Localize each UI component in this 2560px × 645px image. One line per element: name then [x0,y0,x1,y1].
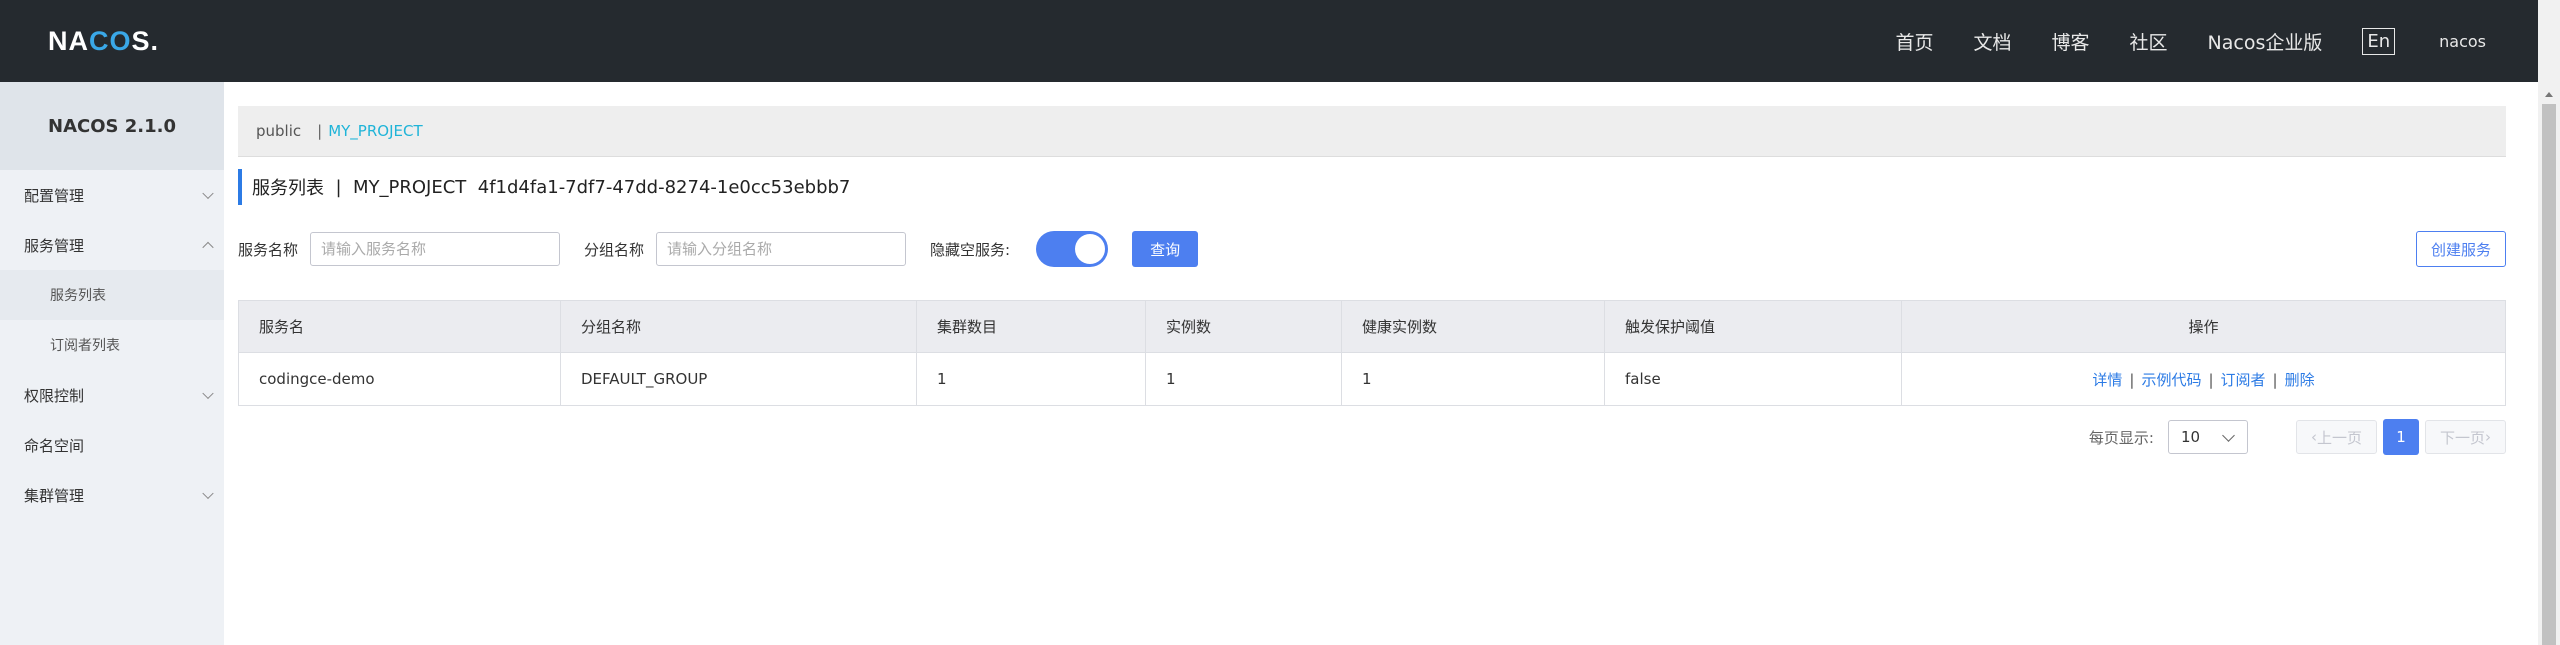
sidebar-item-config-management[interactable]: 配置管理 [0,170,224,220]
divider [238,156,2506,157]
title-spacer [466,177,477,198]
pagination: 每页显示: 10 ‹ 上一页 1 下一页 › [2089,418,2506,456]
hide-empty-label: 隐藏空服务: [930,240,1011,259]
version-label: NACOS 2.1.0 [0,82,224,170]
chevron-up-icon [202,241,214,254]
sidebar-item-service-list[interactable]: 服务列表 [0,270,224,320]
namespace-public[interactable]: public [256,122,301,140]
service-name-input[interactable] [310,232,561,266]
logo-text-part: S. [131,25,160,56]
prev-page-label: 上一页 [2316,428,2362,447]
vertical-scrollbar[interactable] [2538,0,2560,645]
chevron-down-icon [202,187,214,200]
search-form: 服务名称 分组名称 隐藏空服务: 查询 创建服务 [238,230,2506,268]
page-size-label: 每页显示: [2088,428,2154,447]
logo-text-part: NA [48,25,89,56]
page-title-namespace: MY_PROJECT [352,176,467,198]
column-header-operations: 操作 [1901,300,2506,353]
page-size-value: 10 [2180,428,2201,446]
action-separator: | [2208,370,2214,389]
top-header: NA C O S. 首页 文档 博客 社区 Nacos企业版 En nacos [0,0,2538,82]
column-header-protect-threshold: 触发保护阈值 [1604,300,1902,353]
cell-group-name: DEFAULT_GROUP [560,352,917,406]
sidebar-item-label: 命名空间 [24,436,85,455]
details-link[interactable]: 详情 [2092,371,2122,389]
sidebar: NACOS 2.1.0 配置管理 服务管理 服务列表 订阅者列表 权限控制 命名… [0,82,224,645]
toggle-knob [1075,234,1106,264]
nav-blog[interactable]: 博客 [2051,28,2089,55]
language-switch-button[interactable]: En [2362,27,2396,55]
cell-service-name: codingce-demo [238,352,561,406]
group-name-input[interactable] [656,232,907,266]
service-name-label: 服务名称 [238,240,299,259]
nacos-logo[interactable]: NA C O S. [48,22,159,60]
action-separator: | [2272,370,2278,389]
table-row: codingce-demo DEFAULT_GROUP 1 1 1 false … [238,352,2506,406]
table-header-row: 服务名 分组名称 集群数目 实例数 健康实例数 触发保护阈值 操作 [238,300,2506,353]
logo-text-part: O [109,25,132,56]
sidebar-item-label: 订阅者列表 [50,338,120,354]
sidebar-item-subscriber-list[interactable]: 订阅者列表 [0,320,224,370]
cell-protect-threshold: false [1604,352,1902,406]
column-header-service-name: 服务名 [238,300,561,353]
sample-code-link[interactable]: 示例代码 [2141,371,2201,389]
action-separator: | [2129,370,2135,389]
hide-empty-toggle[interactable] [1036,231,1109,267]
user-name[interactable]: nacos [2439,32,2486,51]
scrollbar-thumb[interactable] [2542,104,2556,645]
sidebar-item-cluster-management[interactable]: 集群管理 [0,470,224,520]
chevron-down-icon [202,487,214,500]
namespace-separator: | [317,122,323,140]
sidebar-item-label: 集群管理 [24,486,85,505]
cell-healthy-instances: 1 [1341,352,1605,406]
page-title-main: 服务列表 [252,178,324,199]
sidebar-item-label: 服务列表 [50,288,106,304]
chevron-down-icon [202,387,214,400]
delete-link[interactable]: 删除 [2285,371,2315,389]
title-spacer [342,177,353,198]
sidebar-item-service-management[interactable]: 服务管理 [0,220,224,270]
next-page-button[interactable]: 下一页 › [2424,420,2506,454]
subscribers-link[interactable]: 订阅者 [2221,371,2266,389]
page-title-namespace-id: 4f1d4fa1-7df7-47dd-8274-1e0cc53ebbb7 [477,176,851,198]
nav-home[interactable]: 首页 [1895,28,1933,55]
sidebar-item-label: 权限控制 [24,386,85,405]
sidebar-item-label: 服务管理 [24,236,85,255]
column-header-cluster-count: 集群数目 [916,300,1146,353]
column-header-group-name: 分组名称 [560,300,917,353]
cell-operations: 详情 | 示例代码 | 订阅者 | 删除 [1901,352,2506,406]
create-service-button[interactable]: 创建服务 [2415,231,2506,267]
sidebar-item-namespace[interactable]: 命名空间 [0,420,224,470]
sidebar-item-access-control[interactable]: 权限控制 [0,370,224,420]
chevron-right-icon: › [2485,428,2491,446]
next-page-label: 下一页 [2439,428,2485,447]
namespace-my-project[interactable]: MY_PROJECT [328,122,422,140]
page-number-button[interactable]: 1 [2382,419,2419,455]
page-title: 服务列表 | MY_PROJECT 4f1d4fa1-7df7-47dd-827… [238,169,850,205]
cell-instance-count: 1 [1145,352,1342,406]
prev-page-button[interactable]: ‹ 上一页 [2295,420,2377,454]
column-header-healthy-instances: 健康实例数 [1341,300,1605,353]
logo-text-part: C [89,25,110,56]
title-spacer [324,177,335,198]
top-nav: 首页 文档 博客 社区 Nacos企业版 En nacos [1895,0,2538,82]
namespace-bar: public | MY_PROJECT [238,106,2506,156]
query-button[interactable]: 查询 [1132,231,1199,267]
group-name-label: 分组名称 [584,240,645,259]
scroll-up-arrow-icon[interactable] [2545,92,2553,97]
column-header-instance-count: 实例数 [1145,300,1342,353]
nav-enterprise[interactable]: Nacos企业版 [2208,28,2323,55]
page-size-select[interactable]: 10 [2167,420,2248,454]
cell-cluster-count: 1 [916,352,1146,406]
sidebar-item-label: 配置管理 [24,186,85,205]
service-table: 服务名 分组名称 集群数目 实例数 健康实例数 触发保护阈值 操作 coding… [238,300,2506,406]
chevron-down-icon [2222,429,2235,442]
nav-community[interactable]: 社区 [2130,28,2168,55]
nav-docs[interactable]: 文档 [1973,28,2011,55]
